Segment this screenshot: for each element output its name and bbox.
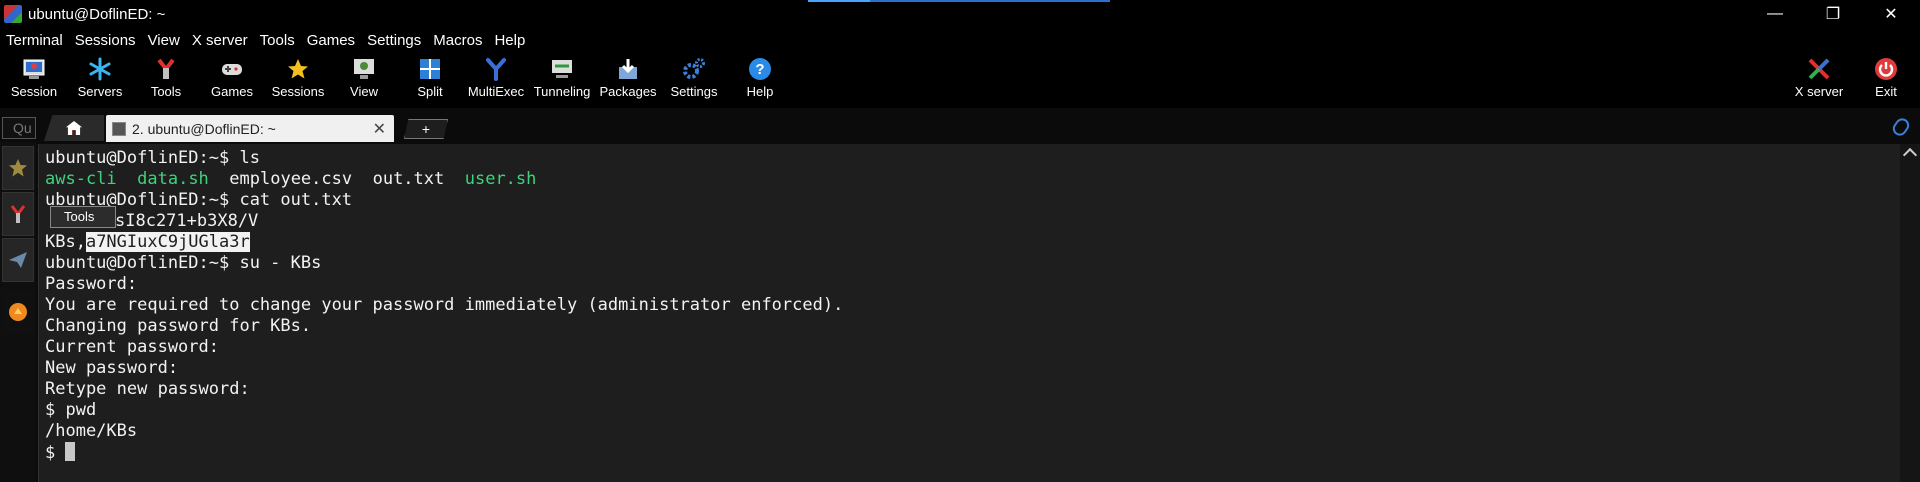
games-button[interactable]: Games	[199, 56, 265, 106]
file-user-sh: user.sh	[464, 169, 537, 189]
selected-text: a7NGIuxC9jUGla3r	[85, 232, 250, 252]
minimize-button[interactable]: —	[1746, 0, 1804, 28]
menu-bar: Terminal Sessions View X server Tools Ga…	[0, 28, 1920, 52]
servers-button[interactable]: Servers	[67, 56, 133, 106]
terminal-scrollbar[interactable]	[1900, 144, 1920, 482]
file-out-txt: out.txt	[372, 169, 445, 189]
window-title: ubuntu@DoflinED: ~	[28, 5, 166, 23]
gamepad-icon	[219, 56, 245, 82]
sftp-icon	[9, 303, 27, 321]
tools-tooltip: Tools	[50, 206, 116, 228]
sidebar-macros-button[interactable]	[2, 238, 34, 282]
help-button[interactable]: ? Help	[727, 56, 793, 106]
settings-button[interactable]: Settings	[661, 56, 727, 106]
exit-button[interactable]: Exit	[1853, 56, 1919, 106]
packages-button[interactable]: Packages	[595, 56, 661, 106]
close-tab-button[interactable]: ✕	[373, 119, 386, 139]
terminal-line: ubuntu@DoflinED:~$ ls	[45, 148, 260, 168]
restore-button[interactable]: ❐	[1804, 0, 1862, 28]
dir-aws-cli: aws-cli	[45, 169, 117, 189]
star-icon	[285, 56, 311, 82]
menu-macros[interactable]: Macros	[427, 32, 488, 49]
xserver-button[interactable]: X server	[1786, 56, 1852, 106]
session-tab-label: 2. ubuntu@DoflinED: ~	[132, 120, 276, 137]
session-button[interactable]: Session	[1, 56, 67, 106]
left-sidebar	[0, 142, 36, 482]
mobaxterm-icon	[4, 5, 22, 23]
quick-connect-input[interactable]: Qu	[2, 117, 36, 139]
menu-settings[interactable]: Settings	[361, 32, 427, 49]
file-data-sh: data.sh	[137, 169, 209, 189]
menu-view[interactable]: View	[142, 32, 186, 49]
attachment-icon[interactable]	[1890, 115, 1912, 139]
home-icon	[66, 121, 82, 135]
multiexec-button[interactable]: MultiExec	[463, 56, 529, 106]
terminal-icon	[112, 121, 126, 136]
tab-session-2[interactable]: 2. ubuntu@DoflinED: ~ ✕	[106, 115, 394, 142]
packages-icon	[615, 56, 641, 82]
split-icon	[417, 56, 443, 82]
view-icon	[351, 56, 377, 82]
power-icon	[1873, 56, 1899, 82]
home-tab[interactable]	[44, 115, 104, 141]
terminal-line: New password:	[45, 358, 179, 378]
view-button[interactable]: View	[331, 56, 397, 106]
menu-games[interactable]: Games	[301, 32, 361, 49]
terminal-cursor	[65, 442, 76, 461]
menu-tools[interactable]: Tools	[254, 32, 301, 49]
servers-icon	[87, 56, 113, 82]
terminal-output[interactable]: ubuntu@DoflinED:~$ ls aws-cli data.sh em…	[38, 144, 1900, 482]
menu-help[interactable]: Help	[488, 32, 531, 49]
sessions-button[interactable]: Sessions	[265, 56, 331, 106]
tools-icon	[10, 205, 26, 223]
xserver-icon	[1806, 56, 1832, 82]
menu-terminal[interactable]: Terminal	[0, 32, 69, 49]
terminal-line: ubuntu@DoflinED:~$ su - KBs	[45, 253, 322, 273]
svg-text:?: ?	[755, 61, 764, 78]
terminal-line: KBs,a7NGIuxC9jUGla3r	[45, 232, 250, 252]
tools-button[interactable]: Tools	[133, 56, 199, 106]
terminal-line: You are required to change your password…	[45, 295, 844, 315]
tab-strip: Qu 2. ubuntu@DoflinED: ~ ✕ +	[0, 112, 1920, 142]
tunneling-button[interactable]: Tunneling	[529, 56, 595, 106]
terminal-line: Changing password for KBs.	[45, 316, 312, 336]
gear-icon	[681, 56, 707, 82]
multiexec-icon	[483, 56, 509, 82]
menu-sessions[interactable]: Sessions	[69, 32, 142, 49]
close-window-button[interactable]: ✕	[1862, 0, 1920, 28]
tools-icon	[153, 56, 179, 82]
sidebar-sessions-button[interactable]	[2, 146, 34, 190]
title-bar: ubuntu@DoflinED: ~ — ❐ ✕	[0, 0, 1920, 28]
tunneling-icon	[549, 56, 575, 82]
session-icon	[21, 56, 47, 82]
help-icon: ?	[747, 56, 773, 82]
terminal-line: $ pwd	[45, 400, 97, 420]
terminal-line: sI8c271+b3X8/V	[115, 211, 259, 231]
terminal-prompt-line: $	[45, 442, 76, 463]
paper-plane-icon	[9, 252, 27, 268]
toolbar: Session Servers Tools Games Sessions Vie…	[0, 52, 1920, 108]
terminal-line: /home/KBs	[45, 421, 138, 441]
scroll-up-arrow-icon[interactable]	[1902, 147, 1918, 163]
split-button[interactable]: Split	[397, 56, 463, 106]
title-accent-bar	[808, 0, 1110, 2]
terminal-line: Current password:	[45, 337, 219, 357]
new-tab-button[interactable]: +	[404, 119, 448, 139]
sidebar-sftp-button[interactable]	[2, 290, 34, 334]
menu-xserver[interactable]: X server	[186, 32, 254, 49]
sidebar-tools-button[interactable]	[2, 192, 34, 236]
file-employee-csv: employee.csv	[229, 169, 353, 189]
star-icon	[9, 159, 27, 177]
terminal-line: aws-cli data.sh employee.csv out.txt use…	[45, 169, 536, 190]
terminal-line: Retype new password:	[45, 379, 250, 399]
terminal-line: Password:	[45, 274, 138, 294]
